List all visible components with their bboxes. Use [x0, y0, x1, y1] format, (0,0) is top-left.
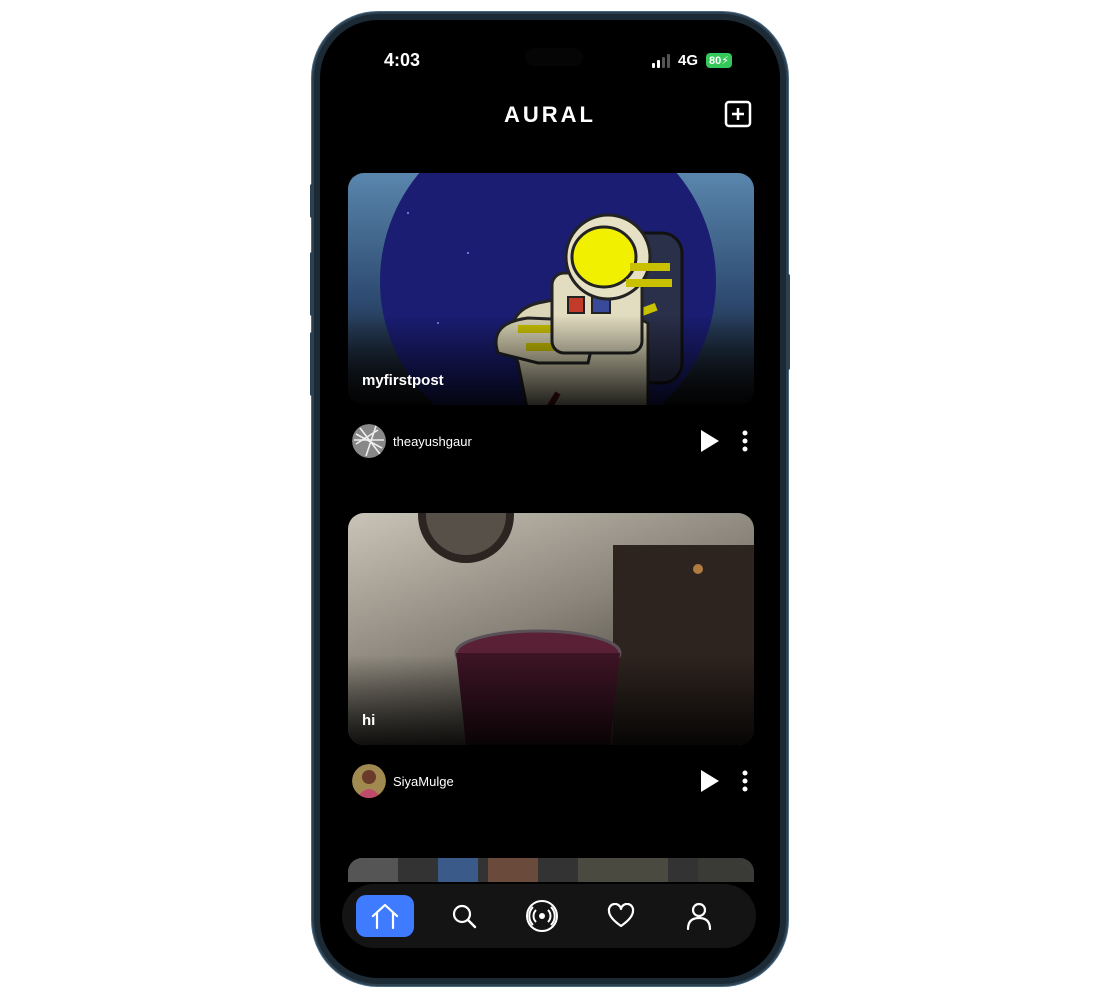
app-screen: 4:03 4G 80⚡ AURAL myfirstpost theayushga…	[320, 20, 780, 978]
post-title: myfirstpost	[362, 372, 444, 389]
search-icon	[452, 904, 476, 929]
post-card[interactable]: myfirstpost	[348, 173, 754, 405]
post-card-partial[interactable]	[348, 858, 754, 882]
card-gradient-overlay	[348, 655, 754, 745]
heart-icon	[607, 903, 634, 928]
signal-icon	[652, 53, 670, 68]
tab-likes[interactable]	[592, 895, 650, 937]
post-image-partial	[348, 858, 754, 882]
battery-level: 80	[709, 55, 722, 67]
avatar-image	[352, 424, 386, 458]
battery-indicator: 80⚡	[706, 53, 732, 68]
tab-home[interactable]	[356, 895, 414, 937]
post-meta-row: SiyaMulge	[352, 763, 750, 799]
tab-broadcast[interactable]	[513, 895, 571, 937]
broadcast-icon	[526, 900, 558, 932]
play-icon[interactable]	[696, 768, 722, 794]
more-vertical-icon[interactable]	[740, 770, 750, 792]
status-time: 4:03	[384, 50, 421, 70]
camera-island	[525, 48, 583, 66]
power-button	[786, 274, 790, 370]
card-gradient-overlay	[348, 315, 754, 405]
username[interactable]: SiyaMulge	[393, 774, 696, 789]
mute-switch	[310, 184, 314, 218]
plus-square-icon[interactable]	[724, 100, 752, 128]
avatar-image	[352, 764, 386, 798]
status-indicators: 4G 80⚡	[652, 52, 732, 69]
home-icon	[371, 903, 399, 930]
post-meta-row: theayushgaur	[352, 423, 750, 459]
tab-profile[interactable]	[670, 895, 728, 937]
post-card[interactable]: hi	[348, 513, 754, 745]
avatar[interactable]	[352, 424, 386, 458]
tab-search[interactable]	[435, 895, 493, 937]
volume-down-button	[310, 332, 314, 396]
bottom-nav	[342, 884, 756, 948]
more-vertical-icon[interactable]	[740, 430, 750, 452]
volume-up-button	[310, 252, 314, 316]
app-title: AURAL	[504, 102, 596, 127]
phone-frame: 4:03 4G 80⚡ AURAL myfirstpost theayushga…	[310, 14, 790, 984]
play-icon[interactable]	[696, 428, 722, 454]
network-type: 4G	[678, 52, 699, 69]
avatar[interactable]	[352, 764, 386, 798]
post-title: hi	[362, 712, 376, 729]
username[interactable]: theayushgaur	[393, 434, 696, 449]
user-icon	[686, 902, 712, 930]
